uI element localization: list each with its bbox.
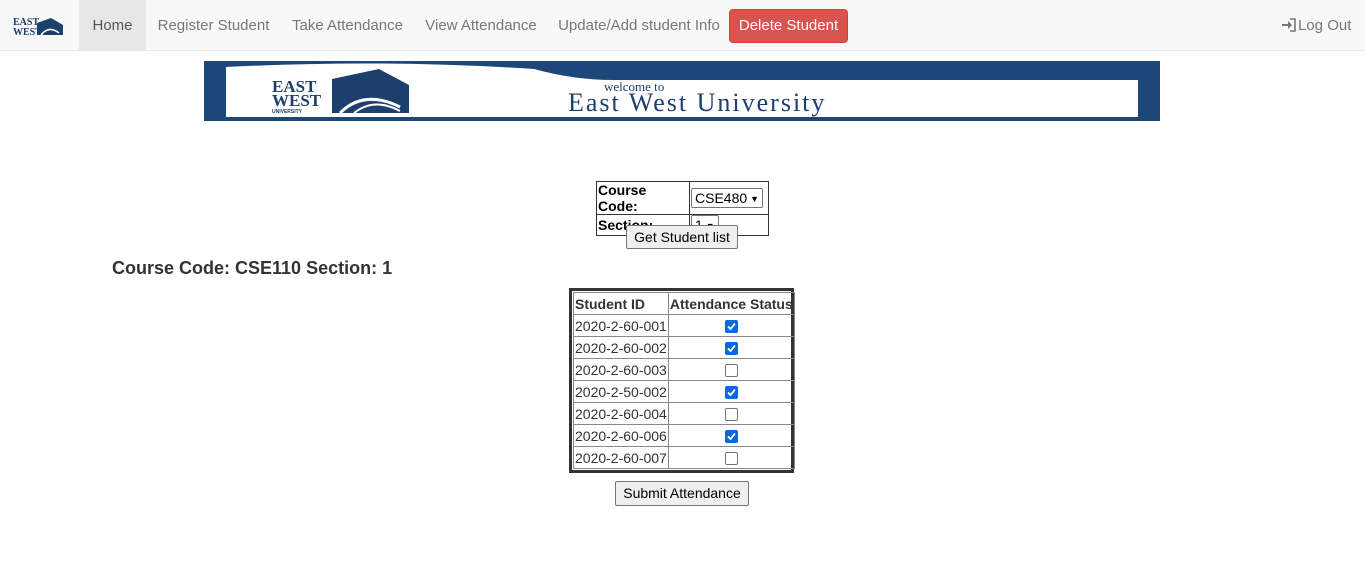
student-id-cell: 2020-2-50-002 — [573, 380, 669, 403]
student-id-cell: 2020-2-60-007 — [573, 446, 669, 469]
attendance-checkbox[interactable] — [724, 408, 738, 422]
table-row: 2020-2-60-003 — [573, 358, 795, 381]
attendance-status-cell — [667, 446, 795, 469]
banner-logo-university: UNIVERSITY — [272, 109, 303, 115]
table-row: 2020-2-60-001 — [573, 314, 795, 337]
nav-item-view-attendance[interactable]: View Attendance — [414, 0, 548, 51]
checkmark-icon — [727, 323, 736, 331]
attendance-status-cell — [667, 380, 795, 403]
checkmark-icon — [727, 345, 736, 353]
nav-item-register-student[interactable]: Register Student — [146, 0, 281, 51]
table-row: 2020-2-50-002 — [573, 380, 795, 403]
student-id-cell: 2020-2-60-002 — [573, 336, 669, 359]
attendance-status-cell — [667, 336, 795, 359]
attendance-table-frame: Student ID Attendance Status 2020-2-60-0… — [569, 288, 795, 473]
course-code-select[interactable]: CSE480 ▼ — [691, 188, 764, 208]
chevron-down-icon: ▼ — [750, 194, 760, 204]
attendance-status-cell — [667, 358, 795, 381]
log-in-icon — [1282, 18, 1296, 32]
attendance-checkbox[interactable] — [724, 452, 738, 466]
course-code-label: Course Code: — [596, 181, 690, 215]
banner-logo-west: WEST — [272, 91, 322, 110]
nav-item-update-add-student-info[interactable]: Update/Add student Info — [548, 0, 730, 51]
banner-image: EAST WEST UNIVERSITY welcome to East Wes… — [226, 63, 1138, 117]
table-row: 2020-2-60-006 — [573, 424, 795, 447]
attendance-table: Student ID Attendance Status 2020-2-60-0… — [573, 292, 795, 469]
student-id-cell: 2020-2-60-003 — [573, 358, 669, 381]
course-section-heading: Course Code: CSE110 Section: 1 — [112, 258, 393, 278]
attendance-status-cell — [667, 314, 795, 337]
nav-item-take-attendance[interactable]: Take Attendance — [281, 0, 414, 51]
table-row: 2020-2-60-002 — [573, 336, 795, 359]
log-out-label: Log Out — [1298, 17, 1352, 34]
get-student-list-button[interactable]: Get Student list — [626, 225, 738, 249]
university-banner: EAST WEST UNIVERSITY welcome to East Wes… — [204, 61, 1160, 121]
course-code-value: CSE480 — [695, 190, 748, 206]
attendance-checkbox[interactable] — [724, 386, 738, 400]
attendance-status-cell — [667, 402, 795, 425]
submit-attendance-button[interactable]: Submit Attendance — [615, 481, 749, 506]
log-out-link[interactable]: Log Out — [1281, 0, 1351, 51]
column-header-attendance-status: Attendance Status — [667, 292, 795, 315]
checkmark-icon — [727, 389, 736, 397]
attendance-status-cell — [667, 424, 795, 447]
student-id-cell: 2020-2-60-004 — [573, 402, 669, 425]
attendance-checkbox[interactable] — [724, 320, 738, 334]
student-id-cell: 2020-2-60-006 — [573, 424, 669, 447]
navbar: EAST WEST Home Register Student Take Atten… — [0, 0, 1365, 51]
student-id-cell: 2020-2-60-001 — [573, 314, 669, 337]
attendance-checkbox[interactable] — [724, 364, 738, 378]
delete-student-button[interactable]: Delete Student — [729, 9, 848, 43]
attendance-checkbox[interactable] — [724, 430, 738, 444]
table-row: 2020-2-60-007 — [573, 446, 795, 469]
banner-university-name: East West University — [568, 88, 826, 117]
attendance-checkbox[interactable] — [724, 342, 738, 356]
table-row: 2020-2-60-004 — [573, 402, 795, 425]
brand-logo[interactable]: EAST WEST — [13, 15, 65, 37]
nav-item-home[interactable]: Home — [79, 0, 146, 51]
checkmark-icon — [727, 433, 736, 441]
column-header-student-id: Student ID — [573, 292, 669, 315]
